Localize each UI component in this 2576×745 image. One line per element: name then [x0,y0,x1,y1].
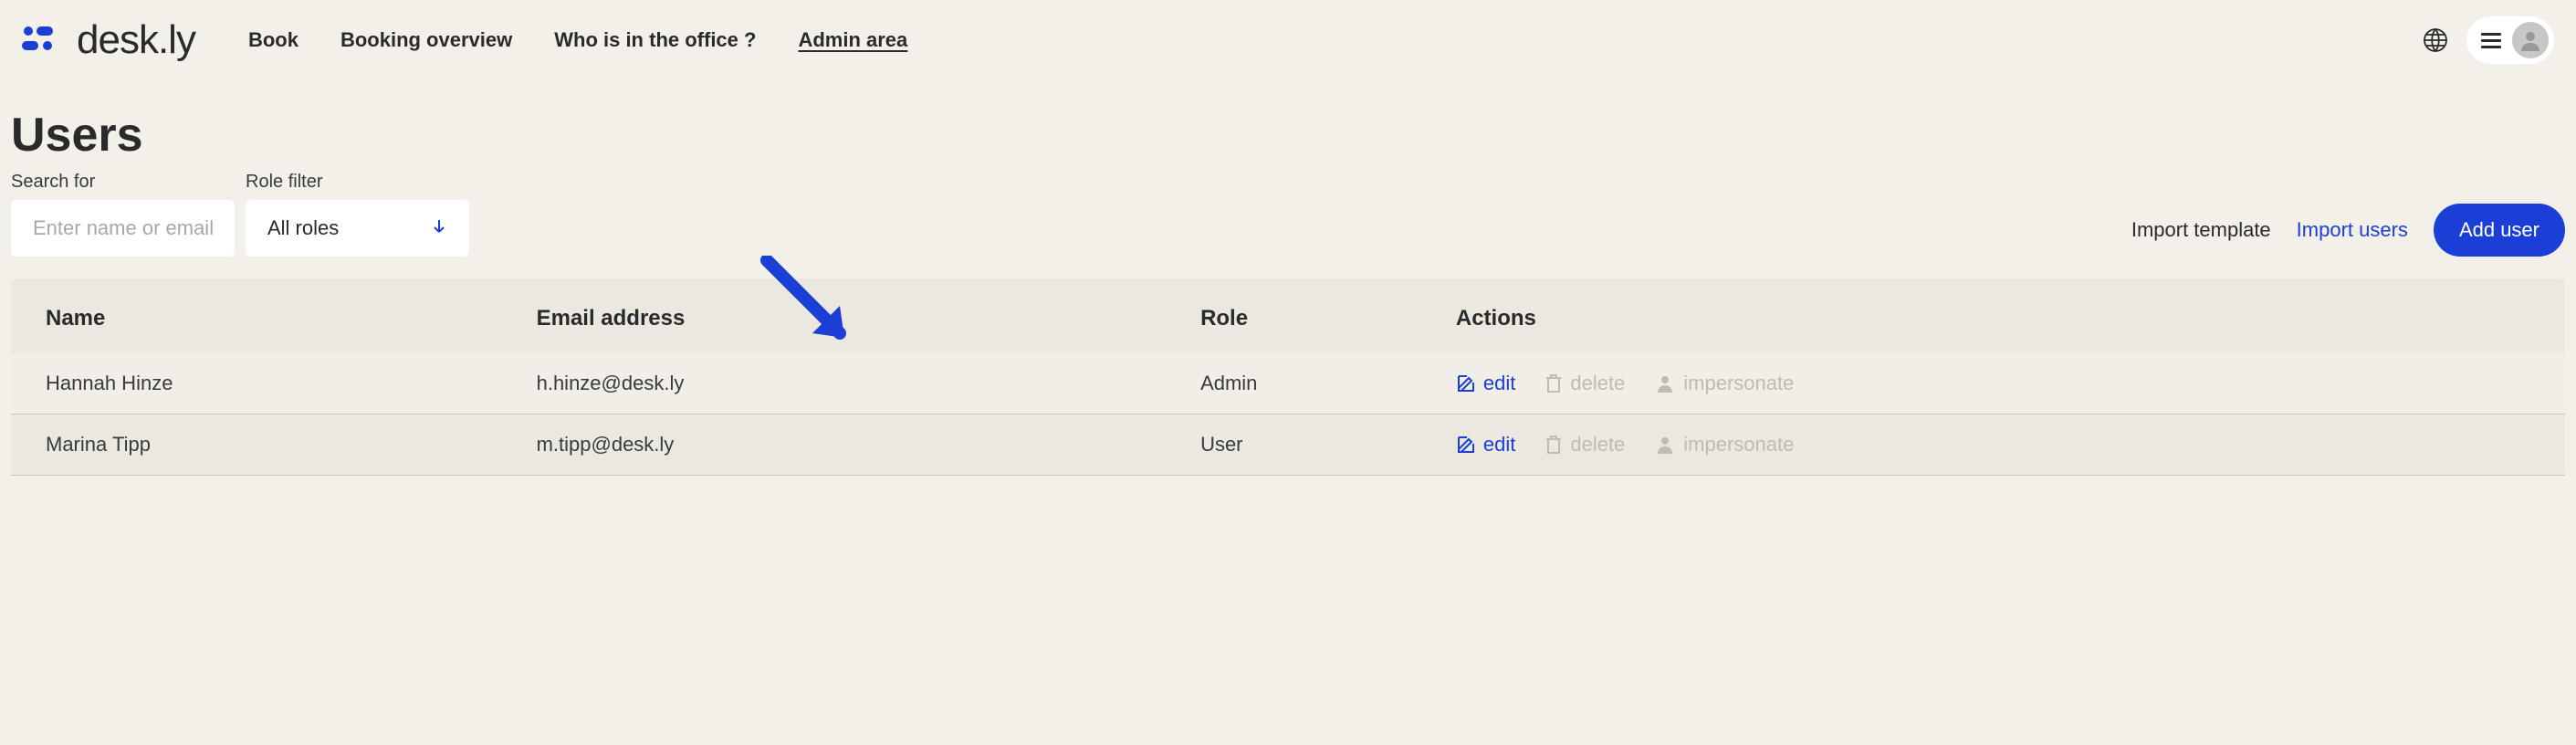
users-table: Name Email address Role Actions Hannah H… [11,278,2565,476]
avatar [2512,22,2549,58]
person-icon [1654,372,1676,394]
table-row: Marina Tipp m.tipp@desk.ly User edit [11,414,2565,476]
add-user-button[interactable]: Add user [2434,204,2565,257]
cell-name: Marina Tipp [11,414,522,476]
edit-icon [1456,435,1476,455]
page-title: Users [0,80,2576,172]
edit-button[interactable]: edit [1456,433,1515,456]
cell-role: Admin [1186,353,1441,414]
language-icon[interactable] [2423,27,2448,53]
nav-item-admin[interactable]: Admin area [798,28,907,52]
hamburger-icon [2481,33,2501,48]
main-nav: Book Booking overview Who is in the offi… [248,28,907,52]
table-row: Hannah Hinze h.hinze@desk.ly Admin edit [11,353,2565,414]
role-filter-label: Role filter [246,172,469,193]
users-table-container: Name Email address Role Actions Hannah H… [11,278,2565,476]
cell-name: Hannah Hinze [11,353,522,414]
import-template-link[interactable]: Import template [2131,218,2271,242]
import-users-link[interactable]: Import users [2297,218,2408,242]
table-header-role: Role [1186,278,1441,353]
role-filter-value: All roles [267,216,339,240]
table-header-name: Name [11,278,522,353]
logo[interactable]: desk.ly [22,17,195,63]
edit-button[interactable]: edit [1456,372,1515,395]
chevron-down-icon [431,216,447,240]
table-header-actions: Actions [1441,278,2565,353]
role-filter-select[interactable]: All roles [246,200,469,257]
delete-button: delete [1545,372,1625,395]
table-header-email: Email address [522,278,1186,353]
trash-icon [1545,435,1563,455]
edit-icon [1456,373,1476,393]
delete-button: delete [1545,433,1625,456]
trash-icon [1545,373,1563,393]
impersonate-button: impersonate [1654,372,1794,395]
impersonate-button: impersonate [1654,433,1794,456]
person-icon [1654,434,1676,456]
logo-icon [22,25,68,56]
cell-email: h.hinze@desk.ly [522,353,1186,414]
cell-email: m.tipp@desk.ly [522,414,1186,476]
cell-role: User [1186,414,1441,476]
logo-text: desk.ly [77,17,195,63]
user-menu[interactable] [2466,16,2554,64]
search-label: Search for [11,172,235,193]
nav-item-book[interactable]: Book [248,28,298,52]
nav-item-booking-overview[interactable]: Booking overview [340,28,512,52]
nav-item-office[interactable]: Who is in the office ? [554,28,756,52]
search-input[interactable] [11,200,235,257]
